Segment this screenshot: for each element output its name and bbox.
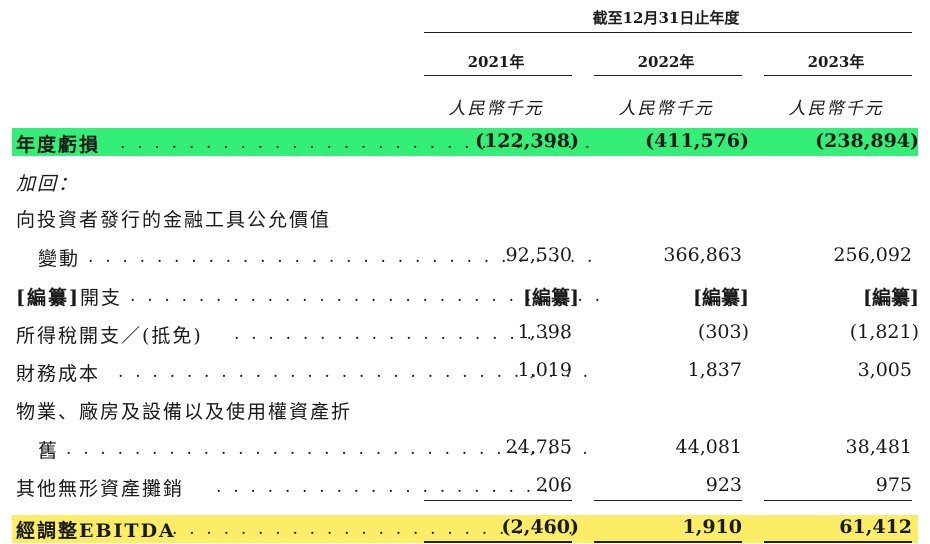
ebitda-2021: (2,460) [501, 516, 579, 538]
subtotal-rule-2023 [764, 500, 912, 501]
fair-value-2021: 92,530 [505, 244, 572, 266]
loss-label: 年度虧損 [16, 134, 101, 156]
total-rule-2021 [424, 541, 572, 543]
add-back-label: 加回： [16, 173, 80, 195]
unit-2021: 人民幣千元 [448, 99, 544, 119]
year-rule-2023 [764, 75, 912, 76]
year-header-2021: 2021年 [467, 53, 525, 71]
year-header-2023: 2023年 [807, 53, 865, 71]
redacted-2023: [編纂] [863, 287, 919, 309]
year-header-2022: 2022年 [637, 53, 695, 71]
redacted-2022: [編纂] [693, 287, 749, 309]
loss-2023: (238,894) [815, 130, 919, 152]
subtotal-rule-2022 [594, 500, 742, 501]
fair-value-2022: 366,863 [663, 244, 742, 266]
amortization-label: 其他無形資產攤銷 [16, 478, 185, 500]
income-tax-2023: (1,821) [849, 321, 919, 343]
redacted-bracket: [編纂] [16, 287, 80, 309]
finance-cost-label: 財務成本 [16, 363, 101, 385]
amortization-2022: 923 [705, 474, 742, 496]
finance-cost-2023: 3,005 [857, 359, 912, 381]
redacted-expense-label: [編纂]開支 [16, 283, 122, 310]
period-rule [424, 32, 912, 33]
depreciation-2022: 44,081 [675, 436, 742, 458]
redacted-expense-text: 開支 [79, 287, 122, 309]
income-tax-2021: 1,398 [517, 321, 572, 343]
total-rule-2022 [594, 541, 742, 543]
year-rule-2022 [594, 75, 742, 76]
depreciation-label-line1: 物業、廠房及設備以及使用權資產折 [16, 401, 353, 423]
depreciation-label-line2: 舊 [38, 440, 60, 462]
finance-cost-2022: 1,837 [687, 359, 742, 381]
fair-value-label-line2: 變動 [38, 248, 81, 270]
total-rule-2023 [764, 541, 912, 543]
redacted-2021: [編纂] [523, 287, 579, 309]
income-tax-label: 所得稅開支／(抵免) [16, 325, 203, 347]
fair-value-label-line1: 向投資者發行的金融工具公允價值 [16, 209, 332, 231]
loss-2021: (122,398) [475, 130, 579, 152]
ebitda-label: 經調整EBITDA [16, 520, 176, 542]
amortization-2023: 975 [875, 474, 912, 496]
ebitda-2023: 61,412 [839, 516, 912, 538]
unit-2022: 人民幣千元 [618, 99, 714, 119]
depreciation-2023: 38,481 [845, 436, 912, 458]
finance-cost-2021: 1,019 [517, 359, 572, 381]
unit-2023: 人民幣千元 [788, 99, 884, 119]
period-header: 截至12月31日止年度 [592, 9, 740, 27]
fair-value-2023: 256,092 [833, 244, 912, 266]
income-tax-2022: (303) [697, 321, 749, 343]
ebitda-2022: 1,910 [682, 516, 743, 538]
subtotal-rule-2021 [424, 500, 572, 501]
amortization-2021: 206 [535, 474, 572, 496]
year-rule-2021 [424, 75, 572, 76]
depreciation-2021: 24,785 [505, 436, 572, 458]
loss-2022: (411,576) [645, 130, 749, 152]
